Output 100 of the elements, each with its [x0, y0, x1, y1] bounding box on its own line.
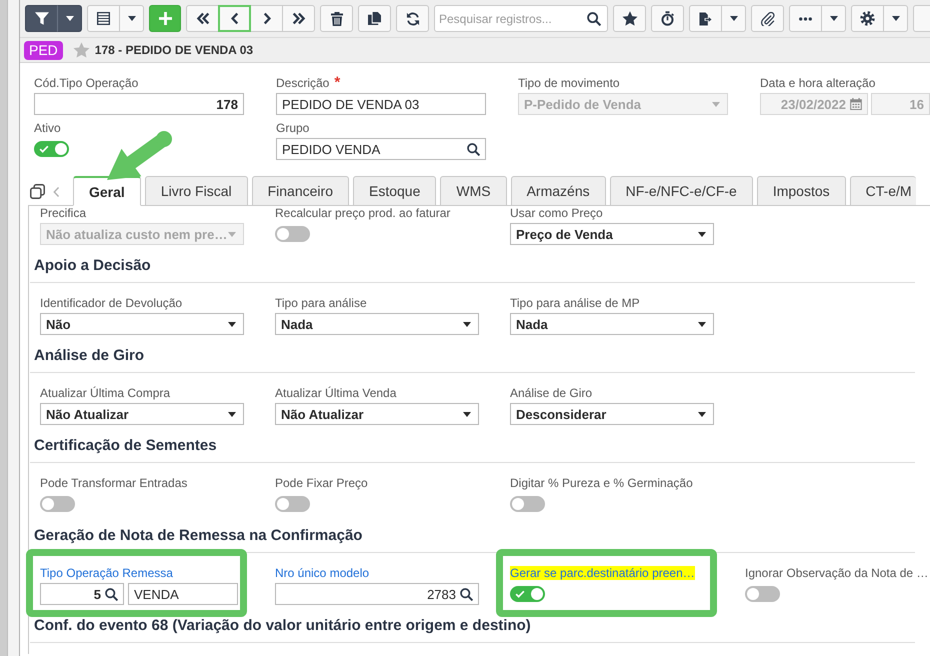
- caret-icon: [830, 16, 838, 21]
- favorite-button[interactable]: [613, 5, 646, 32]
- code-field[interactable]: 5: [40, 583, 124, 605]
- settings-button[interactable]: [851, 5, 884, 32]
- field-label: Análise de Giro: [510, 386, 592, 400]
- check-icon: [39, 145, 49, 153]
- caret-icon: [128, 16, 136, 21]
- gear-icon: [860, 11, 875, 26]
- chevron-right-icon: [262, 12, 270, 25]
- record-type-badge: PED: [24, 40, 63, 60]
- tab[interactable]: Estoque: [352, 176, 436, 206]
- caret-icon: [698, 412, 706, 416]
- search-icon[interactable]: [105, 588, 118, 600]
- text-field[interactable]: PEDIDO DE VENDA 03: [276, 93, 486, 115]
- field-label: Grupo: [276, 121, 310, 135]
- next-record-button[interactable]: [250, 5, 283, 32]
- field-label: Recalcular preço prod. ao faturar: [275, 206, 450, 220]
- add-button[interactable]: [149, 5, 181, 32]
- delete-button[interactable]: [320, 5, 353, 32]
- attach-button[interactable]: [751, 5, 784, 32]
- tab[interactable]: Armazéns: [510, 176, 606, 206]
- paperclip-icon: [760, 12, 774, 26]
- toggle-switch[interactable]: [745, 586, 780, 602]
- field-label: Ativo: [34, 121, 61, 135]
- refresh-button[interactable]: [396, 5, 429, 32]
- field-label: Tipo para análise de MP: [510, 296, 640, 310]
- field-label: Pode Fixar Preço: [275, 476, 368, 490]
- select-field[interactable]: Não Atualizar: [275, 403, 479, 425]
- ellipsis-icon: [799, 16, 812, 20]
- number-field[interactable]: 178: [34, 93, 244, 115]
- toggle-switch[interactable]: [275, 496, 310, 512]
- caret-icon: [730, 16, 738, 21]
- copy-icon[interactable]: [30, 184, 45, 199]
- refresh-icon: [406, 12, 420, 26]
- field-link[interactable]: Gerar se parc.destinatário preen…: [510, 566, 695, 580]
- name-field[interactable]: VENDA: [128, 583, 238, 605]
- toggle-switch[interactable]: [34, 141, 69, 157]
- tab[interactable]: Livro Fiscal: [144, 176, 248, 206]
- more-button[interactable]: [789, 5, 822, 32]
- scrollbar[interactable]: [0, 0, 8, 656]
- star-icon[interactable]: [72, 42, 90, 58]
- required-mark: *: [334, 76, 340, 90]
- select-field[interactable]: Preço de Venda: [510, 223, 714, 245]
- filter-button[interactable]: [25, 5, 58, 32]
- trash-icon: [330, 12, 342, 26]
- dropdown-button[interactable]: [57, 5, 82, 32]
- list-view-button[interactable]: [87, 5, 120, 32]
- field-label: Atualizar Última Compra: [40, 386, 170, 400]
- select-field[interactable]: Nada: [510, 313, 714, 335]
- caret-icon: [698, 322, 706, 326]
- select-field[interactable]: Desconsiderar: [510, 403, 714, 425]
- search-icon[interactable]: [467, 142, 480, 156]
- tab[interactable]: CT-e/M: [850, 176, 916, 206]
- previous-record-button[interactable]: [218, 5, 251, 32]
- filter-icon: [34, 12, 48, 25]
- plus-icon: [158, 12, 172, 25]
- caret-icon: [892, 16, 900, 21]
- toggle-switch[interactable]: [510, 496, 545, 512]
- section-title: Apoio a Decisão: [33, 256, 152, 276]
- field-label: Atualizar Última Venda: [275, 386, 396, 400]
- chevron-left-icon: [230, 12, 238, 25]
- section-title: Geração de Nota de Remessa na Confirmação: [33, 526, 364, 546]
- search-icon[interactable]: [460, 588, 473, 600]
- lookup-field[interactable]: 2783: [275, 583, 479, 605]
- select-field[interactable]: Nada: [275, 313, 479, 335]
- field-label: Ignorar Observação da Nota de …: [745, 566, 928, 580]
- select-field[interactable]: Não Atualizar: [40, 403, 244, 425]
- lookup-field[interactable]: PEDIDO VENDA: [276, 138, 486, 160]
- tab[interactable]: NF-e/NFC-e/CF-e: [610, 176, 753, 206]
- first-record-button[interactable]: [186, 5, 219, 32]
- tab[interactable]: Impostos: [756, 176, 846, 206]
- field-label: Pode Transformar Entradas: [40, 476, 188, 490]
- section-title: Conf. do evento 68 (Variação do valor unitário entre origem e destino): [33, 616, 532, 636]
- double-chevron-left-icon: [196, 12, 210, 25]
- field-label: Tipo para análise: [275, 296, 367, 310]
- document-arrow-icon: [699, 12, 712, 26]
- tab[interactable]: Financeiro: [252, 176, 349, 206]
- tab[interactable]: WMS: [440, 176, 507, 206]
- export-button[interactable]: [689, 5, 722, 32]
- caret-icon: [228, 322, 236, 326]
- caret-icon: [712, 102, 720, 106]
- select-field[interactable]: Não: [40, 313, 244, 335]
- field-label: Identificador de Devolução: [40, 296, 182, 310]
- caret-icon: [66, 16, 74, 21]
- toggle-switch[interactable]: [275, 226, 310, 242]
- field-label: Usar como Preço: [510, 206, 603, 220]
- toggle-switch[interactable]: [510, 586, 545, 602]
- record-title: 178 - PEDIDO DE VENDA 03: [94, 43, 254, 57]
- field-link[interactable]: Tipo Operação Remessa: [40, 566, 173, 580]
- field-label: Precifica: [40, 206, 86, 220]
- section-title: Análise de Giro: [33, 346, 146, 366]
- toggle-switch[interactable]: [40, 496, 75, 512]
- field-label: Descrição: [276, 76, 330, 90]
- field-label: Tipo de movimento: [518, 76, 620, 90]
- field-link[interactable]: Nro único modelo: [275, 566, 370, 580]
- duplicate-button[interactable]: [358, 5, 391, 32]
- timer-button[interactable]: [651, 5, 684, 32]
- check-icon: [515, 590, 525, 598]
- tab[interactable]: Geral: [73, 176, 141, 206]
- last-record-button[interactable]: [282, 5, 315, 32]
